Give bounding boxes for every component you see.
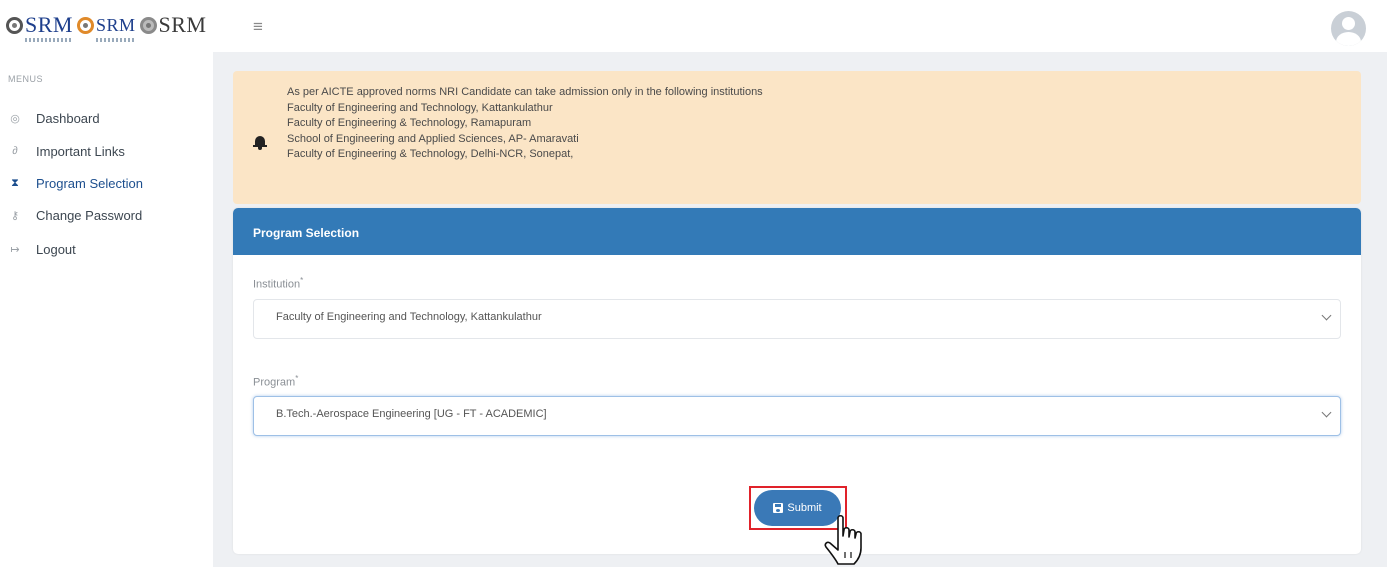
hamburger-icon[interactable]: ≡: [253, 18, 263, 35]
sidebar-section-label: MENUS: [8, 74, 44, 84]
link-icon: ∂: [12, 145, 18, 157]
top-bar: SRM SRM SRM ≡: [0, 0, 1387, 52]
user-avatar-icon[interactable]: [1331, 11, 1366, 46]
avatar-body: [1336, 32, 1361, 46]
chevron-down-icon: [1321, 407, 1332, 418]
nri-notice-alert: As per AICTE approved norms NRI Candidat…: [233, 71, 1361, 204]
alert-line: Faculty of Engineering & Technology, Del…: [287, 148, 574, 160]
submit-button-label: Submit: [787, 502, 822, 514]
alert-line: School of Engineering and Applied Scienc…: [287, 132, 579, 145]
card-header: Program Selection: [233, 208, 1361, 255]
logo-group: SRM SRM SRM: [6, 10, 211, 42]
sidebar: MENUS ◎ Dashboard ∂ Important Links ⧗ Pr…: [0, 52, 213, 567]
srm-seal-icon: [6, 16, 23, 34]
srm-seal-icon: [139, 16, 157, 34]
sidebar-item-label: Logout: [36, 241, 76, 257]
sidebar-item-label: Important Links: [36, 143, 125, 159]
srm-logo-1[interactable]: SRM: [6, 12, 73, 42]
avatar-head: [1342, 17, 1355, 30]
institution-label: Institution*: [253, 276, 303, 291]
chevron-down-icon: [1321, 310, 1332, 321]
srm-logo-2[interactable]: SRM: [76, 14, 136, 42]
institution-label-text: Institution: [253, 278, 301, 291]
srm-logo-text: SRM: [25, 12, 73, 42]
sidebar-item-change-password[interactable]: ⚷ Change Password: [8, 205, 142, 225]
program-select[interactable]: B.Tech.-Aerospace Engineering [UG - FT -…: [253, 396, 1341, 436]
hand-pointer-icon: [824, 514, 862, 565]
alert-line: Faculty of Engineering & Technology, Ram…: [287, 117, 532, 129]
srm-logo-3[interactable]: SRM: [139, 12, 207, 37]
program-label-text: Program: [253, 376, 296, 389]
sidebar-item-important-links[interactable]: ∂ Important Links: [8, 141, 125, 161]
bell-icon: [253, 134, 267, 150]
sidebar-item-program-selection[interactable]: ⧗ Program Selection: [8, 173, 143, 193]
card-title: Program Selection: [253, 226, 360, 240]
srm-seal-icon: [76, 16, 94, 34]
hourglass-icon: ⧗: [11, 176, 19, 189]
sidebar-item-label: Dashboard: [36, 110, 100, 126]
required-mark: *: [295, 374, 299, 383]
program-label: Program*: [253, 374, 298, 389]
srm-logo-text: SRM: [95, 15, 136, 42]
logout-icon: ↦: [10, 243, 20, 256]
sidebar-item-label: Change Password: [36, 207, 143, 223]
dashboard-icon: ◎: [10, 112, 20, 125]
alert-text: As per AICTE approved norms NRI Candidat…: [287, 85, 763, 163]
sidebar-item-label: Program Selection: [36, 175, 143, 191]
institution-select-value: Faculty of Engineering and Technology, K…: [276, 311, 542, 323]
alert-line: Faculty of Engineering and Technology, K…: [287, 101, 553, 114]
program-select-value: B.Tech.-Aerospace Engineering [UG - FT -…: [276, 408, 547, 420]
save-icon: [773, 503, 784, 513]
sidebar-item-dashboard[interactable]: ◎ Dashboard: [8, 108, 100, 128]
required-mark: *: [300, 276, 304, 285]
sidebar-item-logout[interactable]: ↦ Logout: [8, 239, 76, 259]
key-icon: ⚷: [10, 209, 20, 222]
alert-line: As per AICTE approved norms NRI Candidat…: [287, 86, 763, 98]
srm-logo-text: SRM: [158, 12, 207, 37]
institution-select[interactable]: Faculty of Engineering and Technology, K…: [253, 299, 1341, 339]
